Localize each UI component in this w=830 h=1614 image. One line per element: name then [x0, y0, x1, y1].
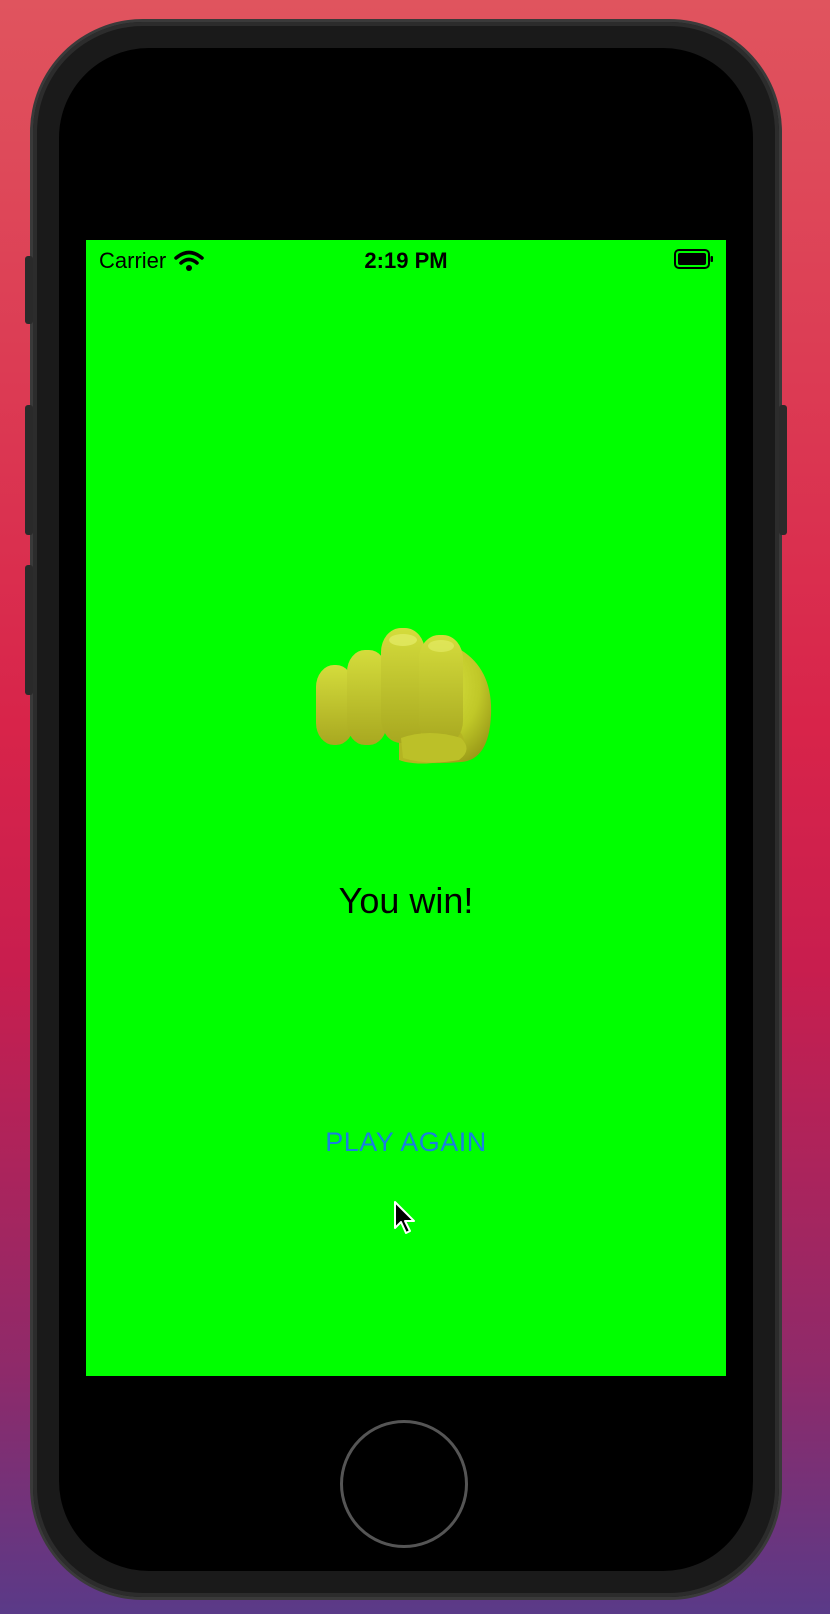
status-bar: Carrier 2:19 PM	[86, 240, 726, 282]
battery-icon	[674, 249, 713, 269]
status-time: 2:19 PM	[364, 248, 448, 273]
home-button[interactable]	[340, 1420, 468, 1548]
mouse-pointer-icon	[394, 1201, 415, 1234]
silent-switch	[25, 256, 33, 324]
result-text: You win!	[338, 880, 474, 921]
oncoming-fist-icon	[316, 628, 492, 764]
power-button	[779, 405, 787, 535]
volume-up-button	[25, 405, 33, 535]
volume-down-button	[25, 565, 33, 695]
play-again-button[interactable]: PLAY AGAIN	[306, 1127, 506, 1158]
